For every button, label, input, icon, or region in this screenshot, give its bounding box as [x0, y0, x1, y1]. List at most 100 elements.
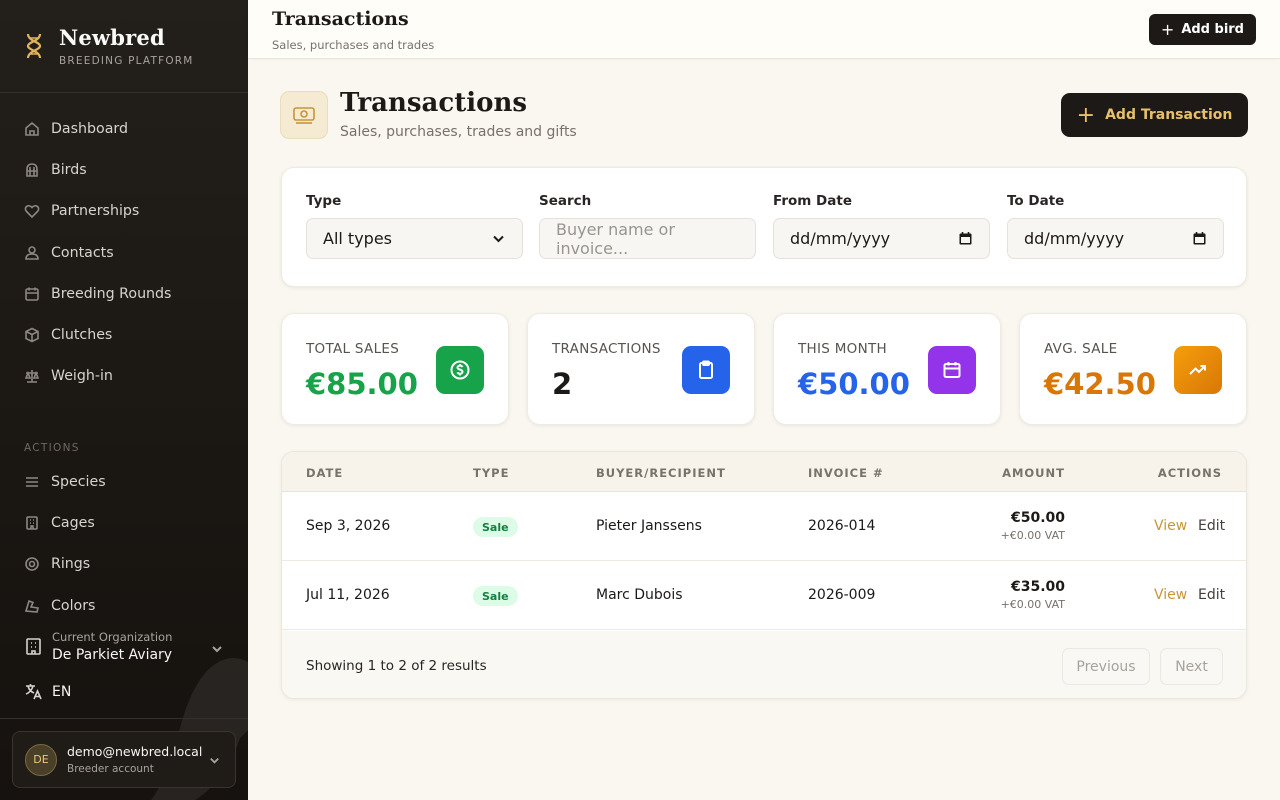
stat-value: €50.00: [798, 367, 910, 401]
avatar: DE: [25, 743, 57, 776]
sidebar-item-contacts[interactable]: Contacts: [0, 232, 248, 273]
box-icon: [25, 327, 39, 343]
trending-up-icon: [1174, 346, 1222, 394]
type-select[interactable]: All types: [306, 218, 523, 259]
calendar-icon[interactable]: [958, 231, 973, 246]
stat-card-transactions: TRANSACTIONS 2: [527, 313, 755, 425]
brand-name: Newbred: [59, 25, 165, 50]
sidebar-item-label: Colors: [51, 597, 96, 614]
palette-icon: [24, 599, 39, 613]
add-transaction-button[interactable]: + Add Transaction: [1061, 93, 1248, 137]
user-role: Breeder account: [67, 763, 154, 775]
table-header: DATE TYPE BUYER/RECIPIENT INVOICE # AMOU…: [282, 452, 1246, 492]
sidebar-item-label: Partnerships: [51, 203, 140, 220]
sidebar-item-label: Dashboard: [51, 120, 128, 137]
main-nav: Dashboard Birds Partnerships Contacts Br…: [0, 108, 248, 397]
column-header-amount[interactable]: AMOUNT: [1002, 466, 1065, 480]
sidebar-item-cages[interactable]: Cages: [0, 502, 248, 543]
table-footer: Showing 1 to 2 of 2 results Previous Nex…: [282, 631, 1246, 698]
sidebar-item-label: Breeding Rounds: [51, 285, 172, 302]
stat-label: THIS MONTH: [798, 341, 888, 357]
users-icon: [25, 245, 39, 260]
amount-cell: €50.00 +€0.00 VAT: [1001, 510, 1065, 542]
column-header-date[interactable]: DATE: [306, 466, 343, 480]
next-button[interactable]: Next: [1160, 648, 1223, 685]
stat-value: 2: [552, 367, 573, 401]
stat-card-avg-sale: AVG. SALE €42.50: [1019, 313, 1247, 425]
sidebar-item-rings[interactable]: Rings: [0, 544, 248, 585]
sidebar-divider: [0, 718, 248, 719]
sidebar-item-birds[interactable]: Birds: [0, 149, 248, 190]
stat-card-total-sales: TOTAL SALES €85.00: [281, 313, 509, 425]
table-row[interactable]: Jul 11, 2026 Sale Marc Dubois 2026-009 €…: [282, 561, 1246, 630]
language-switcher[interactable]: EN: [24, 682, 71, 701]
chevron-down-icon: [210, 757, 219, 764]
sidebar-item-weigh-in[interactable]: Weigh-in: [0, 356, 248, 397]
plus-icon: +: [1076, 102, 1096, 128]
sidebar-item-clutches[interactable]: Clutches: [0, 314, 248, 355]
from-date-filter: From Date dd/mm/yyyy: [773, 193, 990, 259]
transactions-table: DATE TYPE BUYER/RECIPIENT INVOICE # AMOU…: [281, 451, 1247, 699]
sidebar-item-colors[interactable]: Colors: [0, 585, 248, 626]
type-badge: Sale: [473, 586, 518, 606]
language-label: EN: [52, 683, 72, 700]
from-date-input[interactable]: dd/mm/yyyy: [773, 218, 990, 259]
search-placeholder: Buyer name or invoice...: [556, 219, 675, 258]
search-filter: Search Buyer name or invoice...: [539, 193, 756, 259]
organization-name: De Parkiet Aviary: [52, 647, 173, 663]
sidebar-item-dashboard[interactable]: Dashboard: [0, 108, 248, 149]
buyer-cell: Pieter Janssens: [596, 518, 702, 534]
date-cell: Jul 11, 2026: [306, 587, 390, 603]
view-link[interactable]: View: [1154, 587, 1187, 603]
sidebar-item-label: Rings: [51, 556, 91, 573]
edit-link[interactable]: Edit: [1198, 518, 1225, 534]
type-label: Type: [306, 193, 342, 209]
calendar-icon[interactable]: [1192, 231, 1207, 246]
sidebar-item-breeding-rounds[interactable]: Breeding Rounds: [0, 273, 248, 314]
list-icon: [26, 476, 38, 487]
add-bird-button[interactable]: + Add bird: [1148, 14, 1256, 45]
stat-label: AVG. SALE: [1044, 341, 1118, 357]
dna-icon: [26, 33, 42, 59]
column-header-actions: ACTIONS: [1157, 466, 1222, 480]
sidebar-item-label: Clutches: [51, 327, 113, 344]
to-date-label: To Date: [1007, 193, 1065, 209]
from-date-placeholder: dd/mm/yyyy: [790, 229, 891, 248]
column-header-invoice[interactable]: INVOICE #: [808, 466, 884, 480]
calendar-icon: [25, 287, 39, 301]
chevron-down-icon: [212, 646, 222, 653]
buyer-cell: Marc Dubois: [596, 587, 683, 603]
organization-switcher[interactable]: Current Organization De Parkiet Aviary: [24, 630, 224, 663]
type-filter: Type All types: [306, 193, 523, 259]
add-bird-label: Add bird: [1181, 22, 1244, 37]
stat-label: TOTAL SALES: [306, 341, 400, 357]
user-menu[interactable]: DE demo@newbred.local Breeder account: [12, 731, 236, 788]
brand-tagline: BREEDING PLATFORM: [59, 55, 194, 67]
invoice-cell: 2026-009: [808, 587, 876, 603]
sidebar-item-label: Weigh-in: [51, 368, 113, 385]
sidebar-item-label: Birds: [51, 161, 87, 178]
type-badge: Sale: [473, 517, 518, 537]
edit-link[interactable]: Edit: [1198, 587, 1225, 603]
sidebar-item-species[interactable]: Species: [0, 461, 248, 502]
date-cell: Sep 3, 2026: [306, 518, 391, 534]
stat-value: €42.50: [1044, 367, 1156, 401]
brand[interactable]: Newbred BREEDING PLATFORM: [0, 0, 248, 93]
table-row[interactable]: Sep 3, 2026 Sale Pieter Janssens 2026-01…: [282, 492, 1246, 561]
topbar-title: Transactions: [272, 8, 409, 30]
ring-icon: [25, 557, 39, 572]
search-input[interactable]: Buyer name or invoice...: [539, 218, 756, 259]
to-date-placeholder: dd/mm/yyyy: [1024, 229, 1125, 248]
amount-value: €50.00: [1010, 510, 1065, 526]
heart-icon: [24, 205, 40, 219]
chevron-down-icon: [493, 235, 504, 243]
type-select-value: All types: [323, 229, 392, 248]
sidebar-item-partnerships[interactable]: Partnerships: [0, 191, 248, 232]
previous-button[interactable]: Previous: [1062, 648, 1150, 685]
pagination-summary: Showing 1 to 2 of 2 results: [306, 658, 487, 674]
view-link[interactable]: View: [1154, 518, 1187, 534]
to-date-input[interactable]: dd/mm/yyyy: [1007, 218, 1224, 259]
organization-label: Current Organization: [52, 630, 173, 644]
column-header-type[interactable]: TYPE: [473, 466, 509, 480]
column-header-buyer[interactable]: BUYER/RECIPIENT: [596, 466, 726, 480]
